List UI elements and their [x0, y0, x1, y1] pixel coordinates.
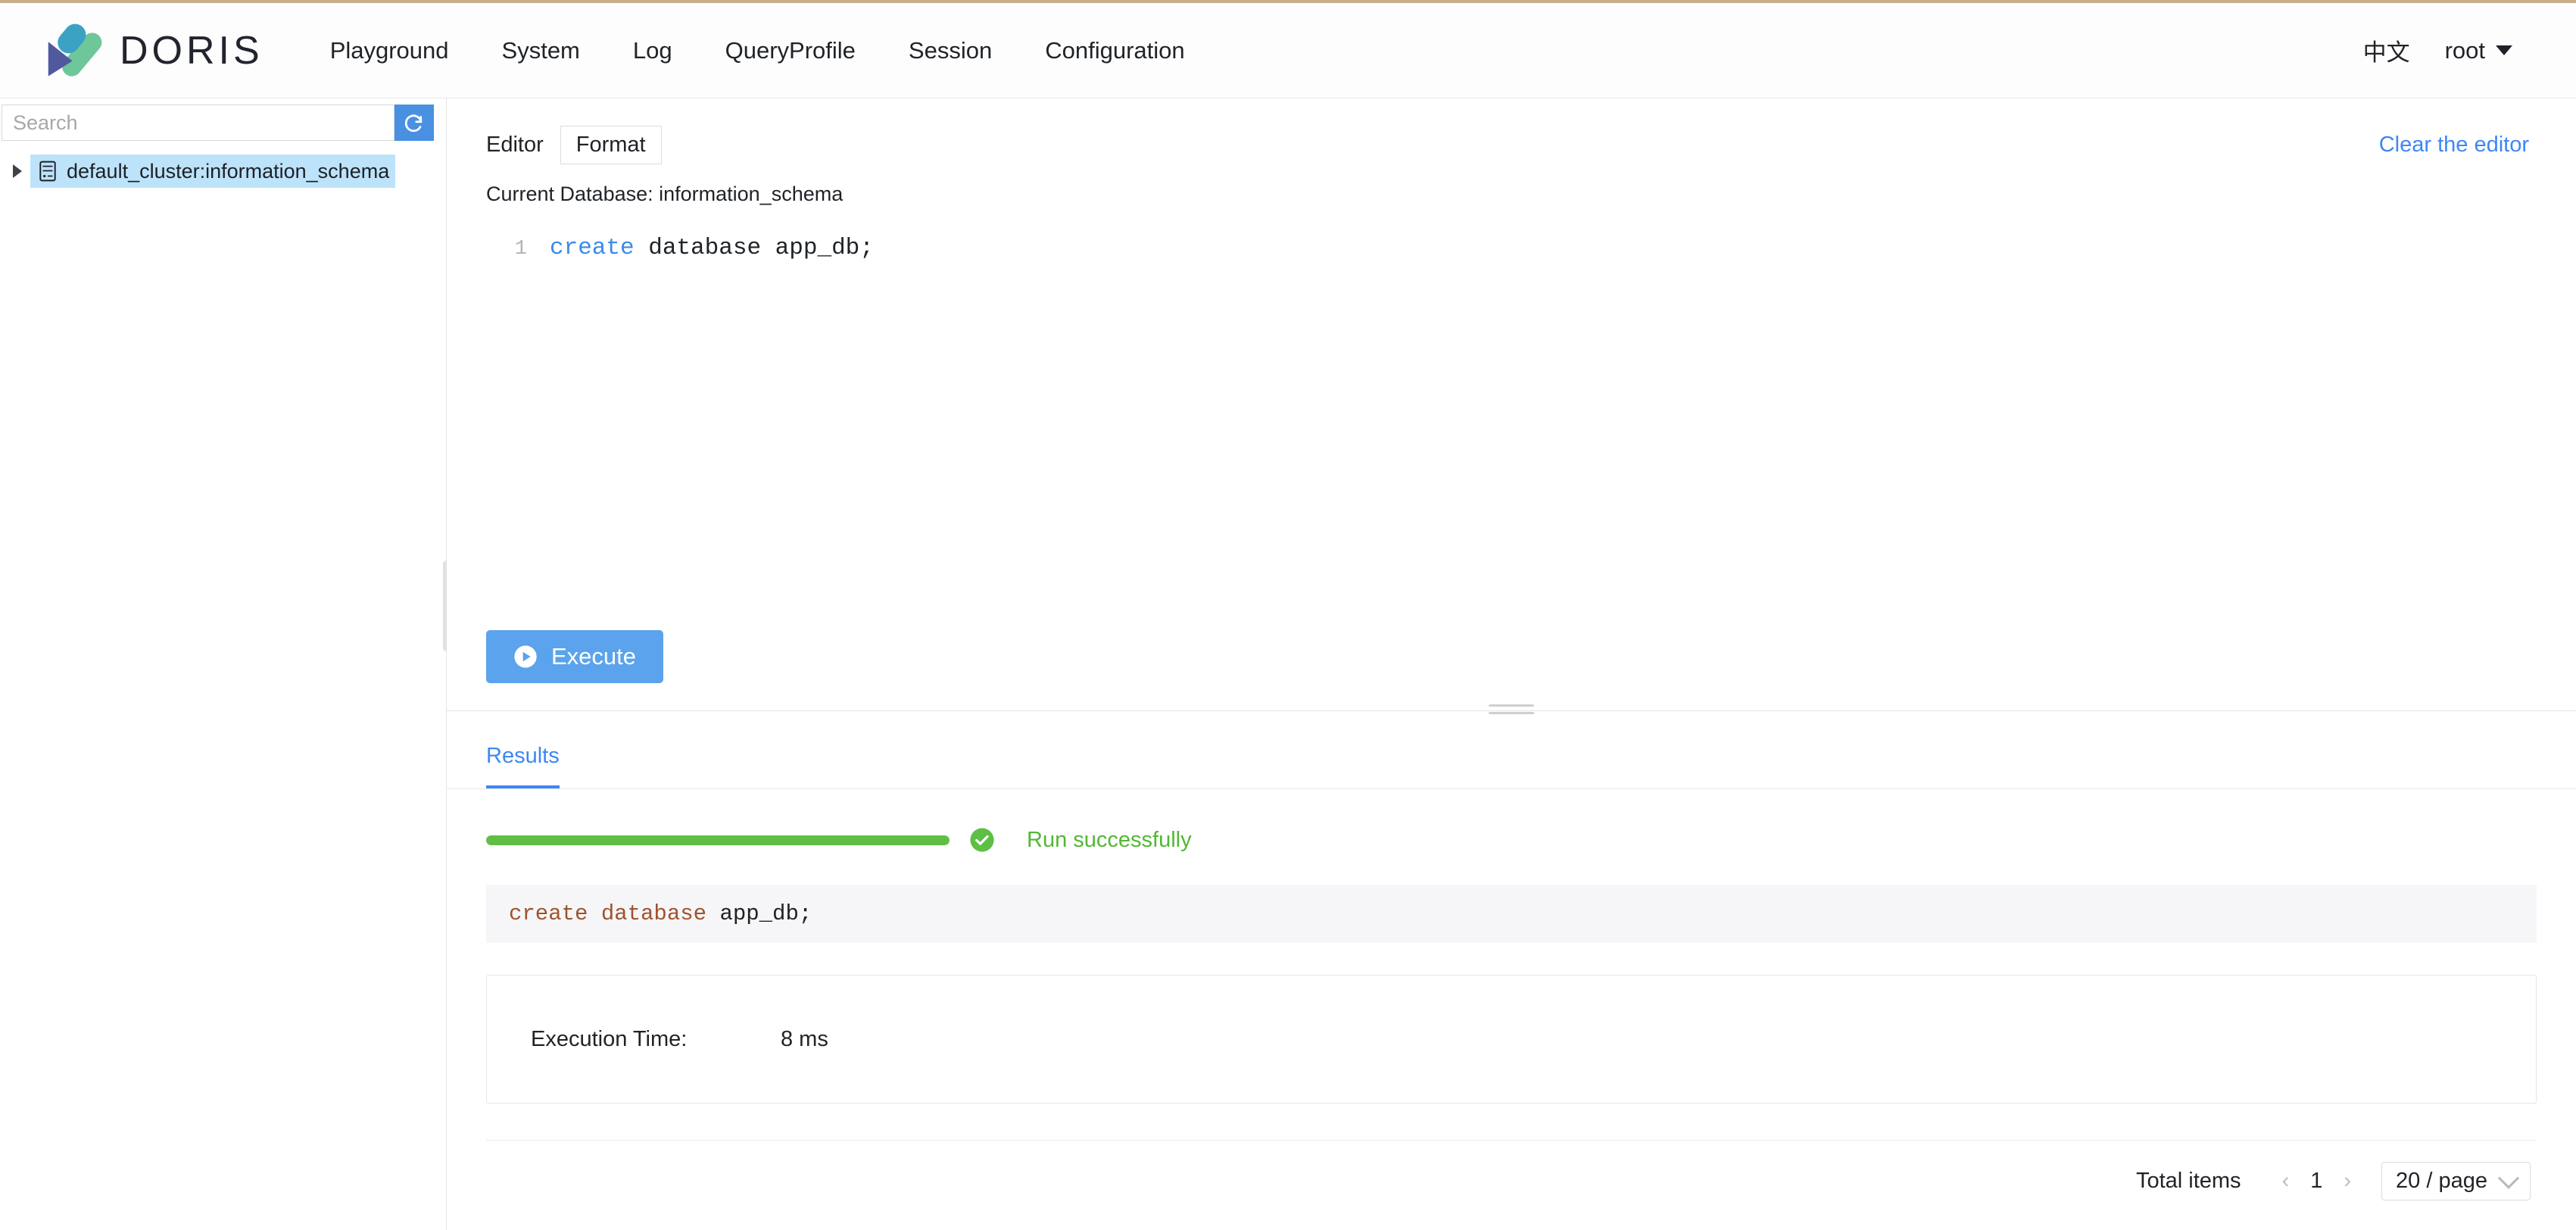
chevron-right-icon[interactable]: ›	[2330, 1169, 2365, 1194]
sql-editor[interactable]: 1 create database app_db;	[486, 235, 2576, 613]
header-right: 中文 root	[2363, 33, 2537, 67]
progress-bar	[486, 835, 950, 845]
doris-logo-icon	[48, 23, 102, 76]
pagination: Total items ‹ 1 › 20 / page	[447, 1141, 2576, 1200]
caret-down-icon	[2496, 45, 2512, 55]
language-toggle[interactable]: 中文	[2363, 33, 2410, 67]
chevron-down-icon	[2497, 1167, 2520, 1189]
sidebar-item-information-schema[interactable]: default_cluster:information_schema	[30, 155, 396, 188]
execute-button[interactable]: Execute	[486, 630, 664, 683]
database-tree: default_cluster:information_schema	[0, 155, 446, 188]
chevron-left-icon[interactable]: ‹	[2269, 1169, 2303, 1194]
brand[interactable]: DORIS	[39, 19, 264, 83]
splitter-grip-icon	[1489, 704, 1534, 718]
user-name: root	[2444, 36, 2485, 64]
execution-time-label: Execution Time:	[531, 1026, 688, 1051]
sidebar: default_cluster:information_schema	[0, 98, 450, 1230]
run-status-row: Run successfully	[447, 789, 2576, 853]
sql-keyword: create	[550, 235, 635, 261]
tree-node-label: default_cluster:information_schema	[67, 159, 390, 183]
clear-editor-link[interactable]: Clear the editor	[2379, 133, 2529, 158]
refresh-icon	[404, 114, 423, 133]
total-items-label: Total items	[2135, 1169, 2241, 1193]
page-size-select[interactable]: 20 / page	[2381, 1162, 2531, 1200]
status-text: Run successfully	[1027, 827, 1192, 852]
sql-rest: database app_db;	[634, 235, 874, 261]
check-circle-icon	[970, 828, 994, 852]
editor-toolbar: Editor Format Clear the editor	[447, 98, 2576, 164]
current-database-label: Current Database: information_schema	[486, 183, 844, 205]
main-content: Editor Format Clear the editor Current D…	[447, 98, 2576, 1230]
sql-echo-row: create database app_db;	[486, 885, 2537, 943]
search-input[interactable]	[2, 105, 395, 141]
tab-results[interactable]: Results	[486, 744, 560, 788]
brand-name: DORIS	[120, 28, 264, 73]
database-icon	[39, 161, 56, 182]
tree-node[interactable]: default_cluster:information_schema	[5, 155, 446, 188]
main-nav: Playground System Log QueryProfile Sessi…	[313, 37, 1212, 64]
code-text: create database app_db;	[550, 235, 874, 261]
editor-label: Editor	[486, 133, 544, 157]
sql-echo-keyword: create database	[509, 901, 707, 926]
nav-item-session[interactable]: Session	[882, 37, 1018, 64]
code-line: 1 create database app_db;	[486, 235, 2576, 261]
format-button[interactable]: Format	[560, 126, 662, 164]
execute-row: Execute	[447, 630, 2576, 683]
triangle-right-icon[interactable]	[5, 164, 30, 178]
nav-item-queryprofile[interactable]: QueryProfile	[699, 37, 882, 64]
execution-detail-card: Execution Time: 8 ms	[486, 975, 2537, 1104]
nav-item-playground[interactable]: Playground	[313, 37, 476, 64]
line-number: 1	[514, 238, 527, 261]
page-size-label: 20 / page	[2396, 1169, 2487, 1193]
editor-results-splitter[interactable]	[447, 704, 2576, 727]
refresh-button[interactable]	[395, 105, 434, 141]
nav-item-system[interactable]: System	[476, 37, 607, 64]
body: default_cluster:information_schema Edito…	[0, 98, 2576, 1230]
results-tabs: Results	[447, 727, 2576, 789]
nav-item-configuration[interactable]: Configuration	[1018, 37, 1211, 64]
sql-echo-rest: app_db;	[706, 901, 812, 926]
execution-time-value: 8 ms	[781, 1026, 828, 1051]
app-header: DORIS Playground System Log QueryProfile…	[0, 3, 2576, 98]
play-circle-icon	[514, 645, 537, 668]
sidebar-search-row	[0, 98, 446, 141]
nav-item-log[interactable]: Log	[607, 37, 699, 64]
progress-bar-fill	[486, 835, 950, 845]
page-number[interactable]: 1	[2303, 1169, 2330, 1194]
user-menu[interactable]: root	[2445, 37, 2512, 64]
execute-button-label: Execute	[551, 643, 637, 670]
